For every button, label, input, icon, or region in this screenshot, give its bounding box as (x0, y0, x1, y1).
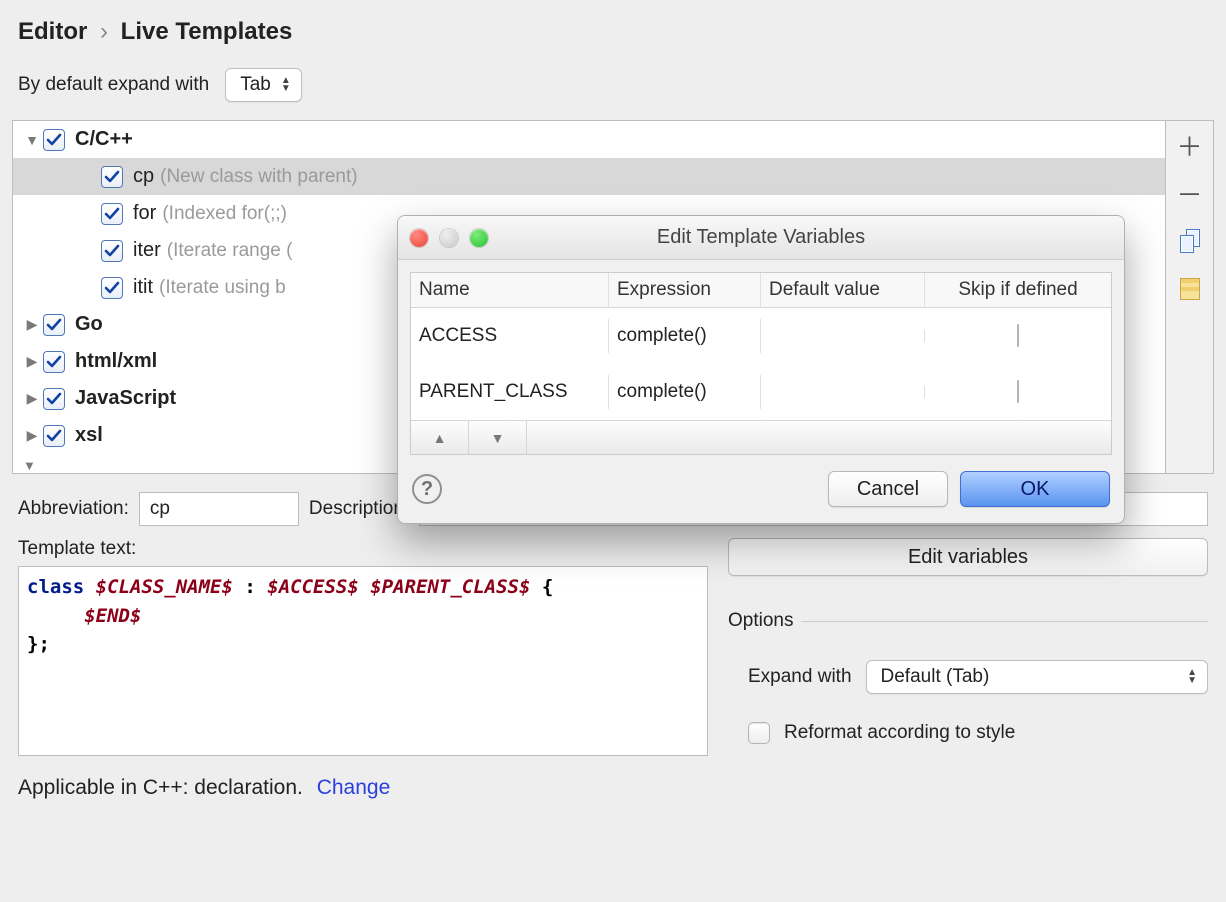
code-var: $PARENT_CLASS$ (370, 576, 530, 598)
item-checkbox[interactable] (101, 240, 123, 262)
remove-button[interactable]: － (1174, 177, 1206, 209)
template-desc: (Indexed for(;;) (162, 203, 287, 225)
template-text-label: Template text: (18, 538, 708, 560)
cell-expression[interactable]: complete() (609, 375, 761, 409)
template-abbr: itit (133, 276, 153, 299)
breadcrumb-parent[interactable]: Editor (18, 18, 87, 45)
options-heading: Options (728, 610, 793, 632)
abbreviation-value: cp (150, 498, 170, 520)
template-desc: (New class with parent) (160, 166, 357, 188)
col-skip[interactable]: Skip if defined (925, 273, 1111, 307)
skip-checkbox[interactable] (1017, 324, 1019, 347)
disclosure-down-icon[interactable]: ▼ (21, 132, 43, 148)
help-icon[interactable]: ? (412, 474, 442, 504)
cell-name[interactable]: ACCESS (411, 319, 609, 353)
col-expression[interactable]: Expression (609, 273, 761, 307)
reformat-label: Reformat according to style (784, 722, 1015, 744)
group-label: JavaScript (75, 387, 176, 410)
disclosure-right-icon[interactable]: ▶ (21, 427, 43, 444)
copy-button[interactable] (1174, 225, 1206, 257)
code-text: : (244, 576, 267, 598)
change-link[interactable]: Change (317, 776, 391, 799)
group-label: C/C++ (75, 128, 133, 151)
expand-with-select[interactable]: Default (Tab) ▲▼ (866, 660, 1208, 694)
separator (801, 621, 1208, 622)
disclosure-right-icon[interactable]: ▶ (21, 316, 43, 333)
reformat-checkbox[interactable] (748, 722, 770, 744)
copy-icon (1180, 229, 1200, 253)
breadcrumb-current: Live Templates (121, 18, 293, 45)
table-row[interactable]: ACCESS complete() (411, 308, 1111, 364)
code-var: $CLASS_NAME$ (96, 576, 233, 598)
col-name[interactable]: Name (411, 273, 609, 307)
group-checkbox[interactable] (43, 388, 65, 410)
group-label: html/xml (75, 350, 157, 373)
note-icon (1180, 278, 1200, 300)
add-button[interactable]: ＋ (1174, 129, 1206, 161)
edit-template-variables-dialog: Edit Template Variables Name Expression … (397, 215, 1125, 524)
code-text (27, 605, 73, 627)
col-default[interactable]: Default value (761, 273, 925, 307)
edit-variables-label: Edit variables (908, 546, 1028, 569)
updown-arrows-icon: ▲▼ (1187, 669, 1197, 685)
ok-button[interactable]: OK (960, 471, 1110, 507)
breadcrumb: Editor › Live Templates (0, 0, 1226, 58)
code-var: $ACCESS$ (267, 576, 359, 598)
default-expand-value: Tab (240, 74, 271, 96)
group-checkbox[interactable] (43, 351, 65, 373)
cell-name[interactable]: PARENT_CLASS (411, 375, 609, 409)
cancel-label: Cancel (857, 478, 919, 501)
cell-expression[interactable]: complete() (609, 319, 761, 353)
group-checkbox[interactable] (43, 425, 65, 447)
group-label: Go (75, 313, 103, 336)
expand-with-label: Expand with (748, 666, 852, 688)
ok-label: OK (1021, 478, 1050, 501)
move-down-button[interactable]: ▼ (469, 421, 527, 454)
group-checkbox[interactable] (43, 314, 65, 336)
dialog-title: Edit Template Variables (398, 226, 1124, 249)
code-keyword: class (27, 576, 84, 598)
chevron-right-icon: › (100, 18, 108, 45)
code-text: }; (27, 630, 699, 659)
cancel-button[interactable]: Cancel (828, 471, 948, 507)
cell-default[interactable] (761, 386, 925, 398)
group-checkbox[interactable] (43, 129, 65, 151)
dialog-titlebar[interactable]: Edit Template Variables (398, 216, 1124, 260)
disclosure-right-icon[interactable]: ▶ (21, 390, 43, 407)
move-up-button[interactable]: ▲ (411, 421, 469, 454)
applicable-text: Applicable in C++: declaration. (18, 776, 303, 799)
expand-with-value: Default (Tab) (881, 666, 990, 688)
template-desc: (Iterate using b (159, 277, 286, 299)
disclosure-right-icon[interactable]: ▶ (21, 353, 43, 370)
code-text: { (542, 576, 553, 598)
expand-down-icon[interactable]: ▼ (13, 458, 41, 473)
abbreviation-field[interactable]: cp (139, 492, 299, 526)
skip-checkbox[interactable] (1017, 380, 1019, 403)
code-var: $END$ (84, 605, 141, 627)
item-checkbox[interactable] (101, 277, 123, 299)
template-abbr: cp (133, 165, 154, 188)
template-text-area[interactable]: class $CLASS_NAME$ : $ACCESS$ $PARENT_CL… (18, 566, 708, 756)
template-desc: (Iterate range ( (167, 240, 293, 262)
template-abbr: for (133, 202, 156, 225)
edit-variables-button[interactable]: Edit variables (728, 538, 1208, 576)
default-expand-label: By default expand with (18, 74, 209, 96)
abbreviation-label: Abbreviation: (18, 498, 129, 520)
item-checkbox[interactable] (101, 203, 123, 225)
updown-arrows-icon: ▲▼ (281, 77, 291, 93)
table-row[interactable]: PARENT_CLASS complete() (411, 364, 1111, 420)
variables-table[interactable]: Name Expression Default value Skip if de… (410, 272, 1112, 455)
group-label: xsl (75, 424, 103, 447)
default-expand-select[interactable]: Tab ▲▼ (225, 68, 302, 102)
item-checkbox[interactable] (101, 166, 123, 188)
notes-button[interactable] (1174, 273, 1206, 305)
cell-default[interactable] (761, 330, 925, 342)
description-label: Description: (309, 498, 409, 520)
template-abbr: iter (133, 239, 161, 262)
